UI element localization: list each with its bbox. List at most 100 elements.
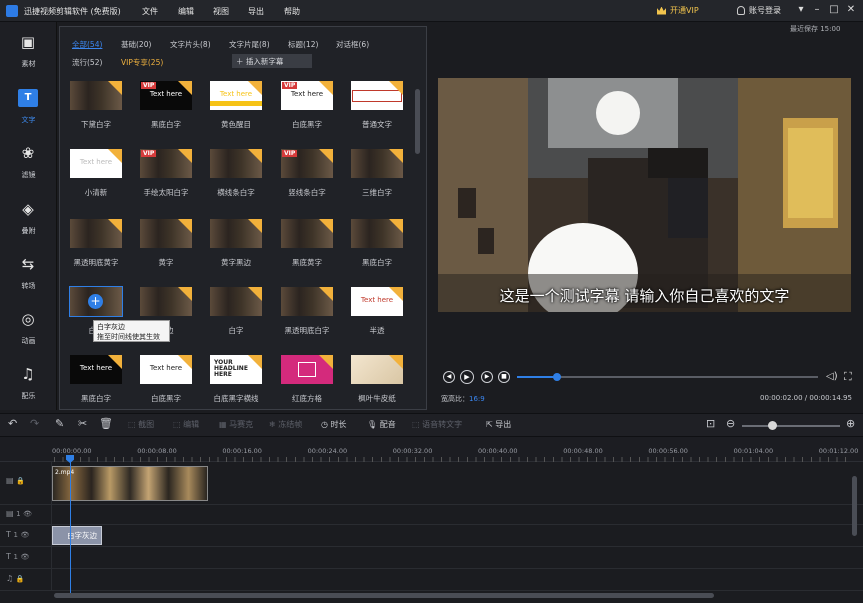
- redo-icon[interactable]: ↷: [30, 417, 39, 430]
- text-template-thumb[interactable]: [210, 287, 262, 316]
- export-button[interactable]: ⇱ 导出: [486, 419, 511, 430]
- text-template-thumb[interactable]: Text here VIP: [281, 81, 333, 110]
- category-title-outro[interactable]: 文字片尾(8): [229, 39, 270, 50]
- text-template-thumb[interactable]: [140, 287, 192, 316]
- text-template-thumb[interactable]: [351, 219, 403, 248]
- timeline-scrollbar-vertical[interactable]: [852, 476, 857, 536]
- menu-export[interactable]: 导出: [248, 6, 264, 17]
- text-template-thumb[interactable]: [70, 81, 122, 110]
- lock-icon[interactable]: 🔒: [16, 575, 25, 583]
- sidebar-item-label: 文字: [21, 116, 36, 124]
- text-template-thumb[interactable]: [351, 81, 403, 110]
- undo-icon[interactable]: ↶: [8, 417, 17, 430]
- menu-view[interactable]: 视图: [213, 6, 229, 17]
- template-sample-text: Text here: [79, 364, 113, 372]
- edit-icon[interactable]: ✎: [55, 417, 64, 430]
- text-template-thumb[interactable]: [70, 219, 122, 248]
- delete-icon[interactable]: 🗑: [99, 417, 113, 430]
- freeze-frame-button[interactable]: ❄ 冻结帧: [269, 419, 302, 430]
- stop-icon[interactable]: ■: [498, 371, 510, 383]
- category-basic[interactable]: 基础(20): [121, 39, 151, 50]
- lock-icon[interactable]: 🔒: [16, 477, 25, 485]
- eye-icon[interactable]: 👁: [20, 553, 29, 561]
- fit-timeline-icon[interactable]: ⊡: [706, 417, 715, 430]
- volume-icon[interactable]: ◁): [826, 371, 838, 382]
- menu-dropdown-icon[interactable]: ▾: [795, 4, 807, 16]
- text-template-thumb[interactable]: [140, 219, 192, 248]
- zoom-out-icon[interactable]: ⊖: [726, 417, 735, 430]
- prev-frame-icon[interactable]: ◀: [443, 371, 455, 383]
- menu-file[interactable]: 文件: [142, 6, 158, 17]
- text-clip[interactable]: 白字灰边: [52, 526, 102, 545]
- text-template-thumb[interactable]: Text here: [70, 149, 122, 178]
- voiceover-button[interactable]: 🎙 配音: [367, 419, 396, 430]
- eye-icon[interactable]: 👁: [23, 510, 32, 518]
- text-template-thumb[interactable]: [351, 149, 403, 178]
- category-popular[interactable]: 流行(52): [72, 57, 102, 68]
- app-title: 迅捷视频剪辑软件 (免费版): [24, 7, 121, 16]
- eye-icon[interactable]: 👁: [20, 531, 29, 539]
- text-template-label: 黑底白字: [151, 120, 181, 129]
- screenshot-button[interactable]: ⬚ 截图: [128, 419, 154, 430]
- ruler-tick-label: 00:00:32.00: [392, 447, 433, 455]
- aspect-ratio[interactable]: 宽高比：16:9: [441, 394, 485, 404]
- sidebar-item-filter[interactable]: ❀ 滤镜: [0, 137, 57, 189]
- menu-edit[interactable]: 编辑: [178, 6, 194, 17]
- text-template-thumb[interactable]: [281, 287, 333, 316]
- zoom-knob[interactable]: [768, 421, 777, 430]
- insert-subtitle-button[interactable]: ＋ 插入新字幕: [232, 54, 312, 68]
- sidebar-item-text[interactable]: T 文字: [0, 82, 57, 134]
- category-all[interactable]: 全部(54): [72, 39, 102, 50]
- video-clip[interactable]: 2.mp4: [52, 466, 208, 501]
- play-icon[interactable]: ▶: [460, 370, 474, 384]
- speech-to-text-button[interactable]: ⬚ 语音转文字: [412, 419, 462, 430]
- category-dialog[interactable]: 对话框(6): [336, 39, 369, 50]
- text-template-thumb[interactable]: Text here: [140, 355, 192, 384]
- text-template-thumb[interactable]: YOUR HEADLINE HERE: [210, 355, 262, 384]
- mosaic-button[interactable]: ▦ 马赛克: [219, 419, 253, 430]
- playhead[interactable]: [70, 455, 71, 598]
- sidebar-item-animation[interactable]: ◎ 动画: [0, 303, 57, 355]
- ruler-tick-label: 00:00:24.00: [307, 447, 348, 455]
- text-track-header: T 1 👁: [0, 525, 52, 547]
- vip-button[interactable]: 开通VIP: [657, 5, 699, 16]
- category-title-intro[interactable]: 文字片头(8): [170, 39, 211, 50]
- login-button[interactable]: 账号登录: [737, 5, 781, 16]
- menu-help[interactable]: 帮助: [284, 6, 300, 17]
- text-template-thumb[interactable]: Text here: [70, 355, 122, 384]
- text-template-thumb[interactable]: Text here: [351, 287, 403, 316]
- timeline-zoom-slider[interactable]: [742, 425, 840, 427]
- close-icon[interactable]: ✕: [845, 4, 857, 16]
- playback-progress[interactable]: [517, 376, 818, 378]
- fullscreen-icon[interactable]: ⛶: [844, 370, 852, 384]
- edit-button[interactable]: ⬚ 编辑: [173, 419, 199, 430]
- text-template-thumb[interactable]: [351, 355, 403, 384]
- next-frame-icon[interactable]: ▶: [481, 371, 493, 383]
- text-template-thumb[interactable]: Text here VIP: [140, 81, 192, 110]
- duration-button[interactable]: ◷ 时长: [321, 419, 347, 430]
- minimize-icon[interactable]: –: [811, 4, 823, 16]
- text-template-label: 黄字黑边: [221, 258, 251, 267]
- text-template-thumb[interactable]: VIP: [281, 149, 333, 178]
- text-template-thumb[interactable]: [281, 219, 333, 248]
- text-template-thumb[interactable]: VIP: [140, 149, 192, 178]
- library-scrollbar[interactable]: [415, 89, 420, 154]
- text-template-thumb[interactable]: [281, 355, 333, 384]
- text-template-label: 红底方格: [292, 394, 322, 403]
- add-template-icon[interactable]: +: [88, 294, 103, 309]
- text-template-thumb[interactable]: [210, 149, 262, 178]
- playback-knob[interactable]: [553, 373, 562, 381]
- text-template-thumb[interactable]: [210, 219, 262, 248]
- category-vip[interactable]: VIP专享(25): [121, 57, 163, 68]
- text-template-thumb[interactable]: +: [69, 286, 123, 317]
- text-template-thumb[interactable]: Text here: [210, 81, 262, 110]
- zoom-in-icon[interactable]: ⊕: [846, 417, 855, 430]
- timeline-scrollbar-horizontal[interactable]: [54, 593, 714, 598]
- maximize-icon[interactable]: □: [828, 4, 840, 16]
- sidebar-item-media[interactable]: ▣ 素材: [0, 26, 57, 78]
- sidebar-item-transition[interactable]: ⇆ 转场: [0, 248, 57, 300]
- category-heading[interactable]: 标题(12): [288, 39, 318, 50]
- sidebar-item-overlay[interactable]: ◈ 叠附: [0, 193, 57, 245]
- split-icon[interactable]: ✂: [78, 417, 87, 430]
- sidebar-item-music[interactable]: ♫ 配乐: [0, 358, 57, 410]
